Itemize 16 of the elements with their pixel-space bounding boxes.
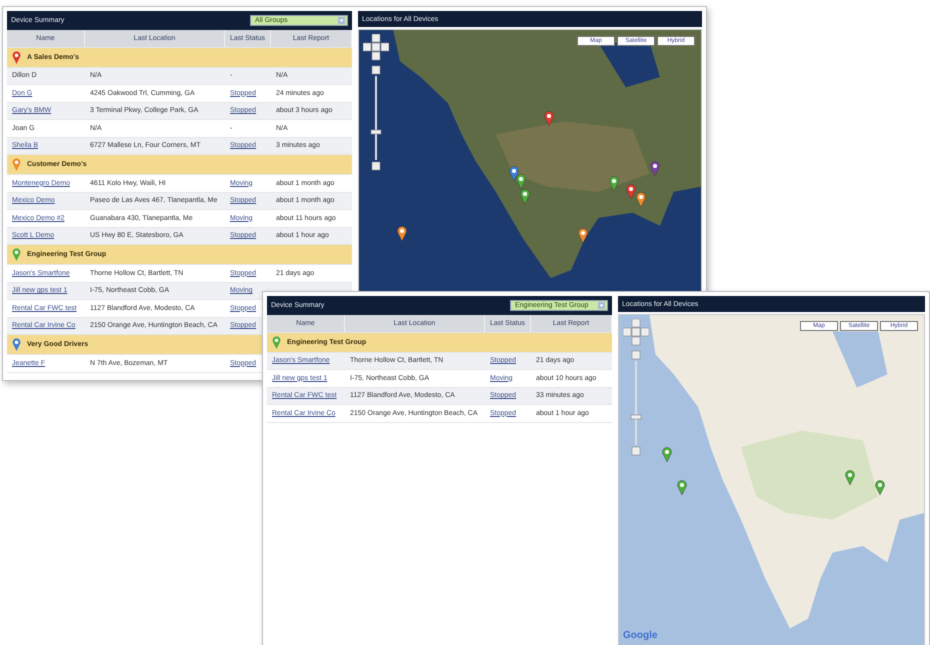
- map-pin-icon[interactable]: [396, 226, 407, 241]
- map-pin-icon[interactable]: [520, 189, 530, 204]
- map-attribution: Google: [623, 630, 658, 641]
- map-pin-icon[interactable]: [844, 470, 855, 486]
- map-pin-icon[interactable]: [875, 480, 886, 495]
- map-pin-icon[interactable]: [676, 480, 687, 495]
- map-pin-icon[interactable]: [544, 110, 554, 126]
- map-drawing[interactable]: [359, 30, 701, 291]
- map-pin-icon[interactable]: [578, 228, 588, 244]
- map-pin-icon[interactable]: [626, 184, 636, 199]
- map-pin-icon[interactable]: [516, 174, 526, 189]
- map-pin-icon[interactable]: [608, 176, 619, 192]
- map-pin-icon[interactable]: [650, 160, 660, 176]
- map-pin-icon[interactable]: [636, 192, 646, 207]
- map-pin-icon[interactable]: [509, 166, 520, 181]
- map-pin-icon[interactable]: [662, 447, 672, 462]
